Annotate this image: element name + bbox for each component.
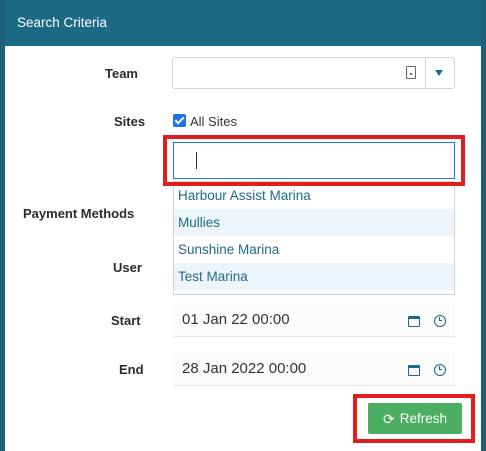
caret-down-icon[interactable]: [435, 70, 443, 76]
end-label: End: [119, 362, 144, 377]
site-option-mullies[interactable]: Mullies: [174, 209, 454, 236]
user-label: User: [113, 260, 142, 275]
refresh-icon: ⟳: [382, 410, 395, 427]
start-date-value: 01 Jan 22 00:00: [182, 311, 290, 328]
panel-title: Search Criteria: [5, 0, 481, 46]
clock-icon[interactable]: [434, 364, 446, 376]
start-date-input[interactable]: 01 Jan 22 00:00: [173, 303, 455, 337]
refresh-button[interactable]: ⟳ Refresh: [368, 403, 462, 434]
clock-icon[interactable]: [434, 315, 446, 327]
select-divider: [425, 58, 426, 88]
site-option-sunshine-marina[interactable]: Sunshine Marina: [174, 236, 454, 263]
end-date-value: 28 Jan 2022 00:00: [182, 360, 307, 377]
all-sites-label[interactable]: All Sites: [190, 114, 237, 129]
sites-search-input[interactable]: [174, 143, 454, 178]
refresh-button-label: Refresh: [399, 411, 447, 426]
calendar-icon[interactable]: [408, 365, 420, 376]
end-date-input[interactable]: 28 Jan 2022 00:00: [173, 352, 455, 386]
all-sites-checkbox[interactable]: [173, 114, 186, 127]
team-label: Team: [105, 66, 138, 81]
start-label: Start: [111, 313, 141, 328]
text-cursor: [196, 152, 197, 169]
payment-methods-label: Payment Methods: [23, 206, 135, 221]
calendar-icon[interactable]: [408, 316, 420, 327]
search-criteria-panel: Search Criteria Team Sites All Sites Har…: [5, 0, 481, 451]
sites-search-input-wrapper[interactable]: [173, 142, 455, 179]
site-option-test-marina[interactable]: Test Marina: [174, 263, 454, 290]
sites-label: Sites: [114, 114, 146, 129]
team-select[interactable]: [172, 57, 455, 89]
site-option-harbour-assist-marina[interactable]: Harbour Assist Marina: [174, 182, 454, 209]
id-card-icon[interactable]: [406, 66, 416, 79]
sites-dropdown-list: Harbour Assist Marina Mullies Sunshine M…: [173, 181, 455, 295]
